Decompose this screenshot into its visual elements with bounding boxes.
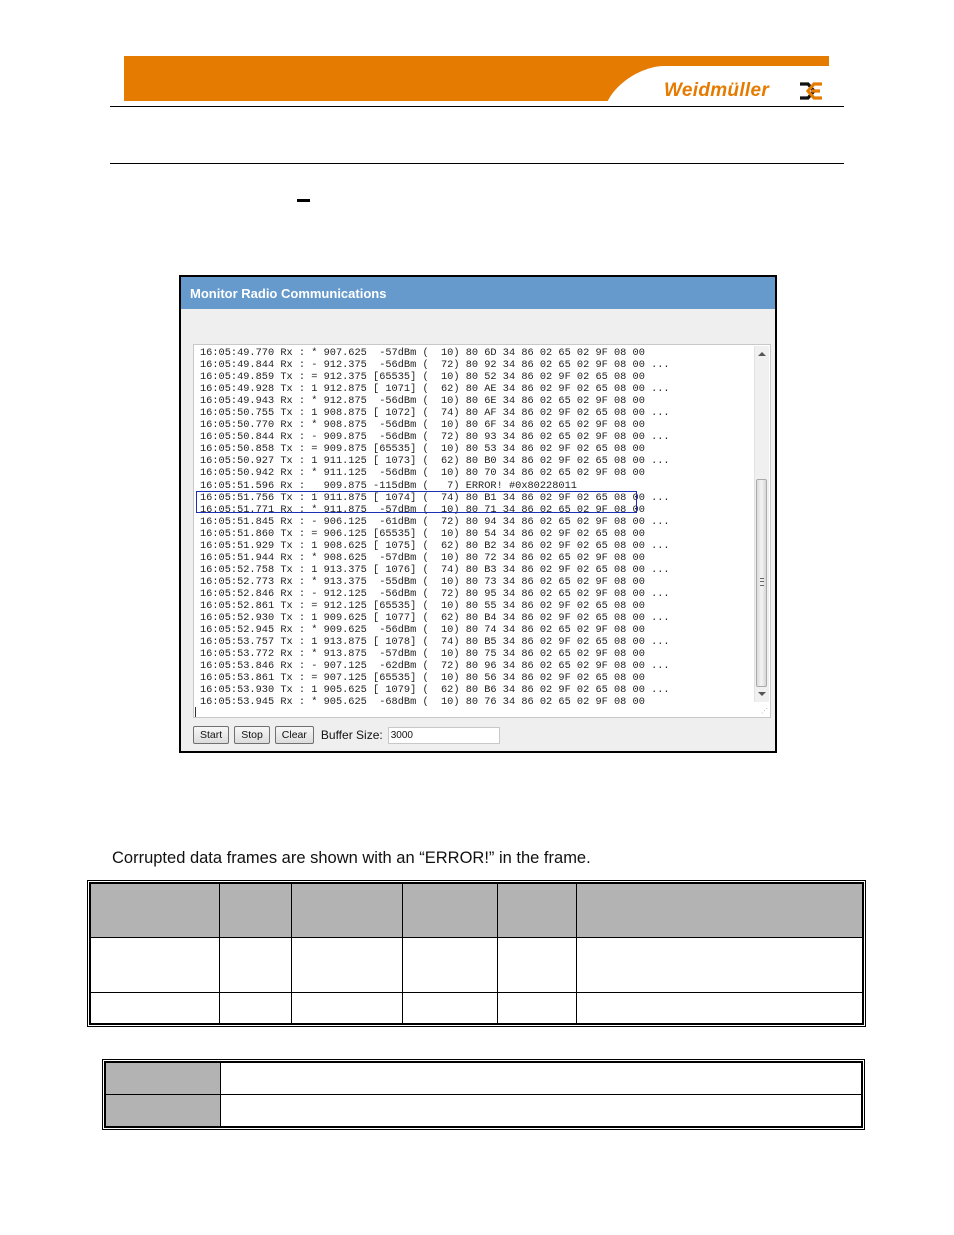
table-cell	[496, 937, 577, 993]
log-line: 16:05:52.846 Rx : - 912.125 -56dBm ( 72)…	[200, 587, 670, 600]
log-line: 16:05:51.860 Tx : = 906.125 [65535] ( 10…	[200, 527, 645, 540]
log-line: 16:05:53.772 Rx : * 913.875 -57dBm ( 10)…	[200, 648, 645, 661]
log-line: 16:05:49.770 Rx : * 907.625 -57dBm ( 10)…	[200, 347, 645, 359]
log-line: 16:05:50.755 Tx : 1 908.875 [ 1072] ( 74…	[200, 407, 670, 420]
stop-button[interactable]: Stop	[234, 726, 270, 744]
table-cell	[220, 1094, 863, 1128]
table-cell	[575, 882, 864, 938]
note-table	[102, 1059, 865, 1130]
log-line: 16:05:50.942 Rx : * 911.125 -56dBm ( 10)…	[200, 467, 645, 480]
table-cell	[218, 882, 292, 938]
frame-table	[87, 880, 866, 1027]
table-cell	[290, 882, 403, 938]
log-textarea[interactable]: 16:05:49.770 Rx : * 907.625 -57dBm ( 10)…	[193, 344, 771, 718]
caption-text: Corrupted data frames are shown with an …	[112, 849, 591, 867]
weidmuller-cross-icon	[800, 82, 822, 100]
start-button[interactable]: Start	[193, 726, 230, 744]
monitor-controls: Start Stop Clear Buffer Size: 3000	[193, 726, 500, 744]
log-line: 16:05:52.930 Tx : 1 909.625 [ 1077] ( 62…	[200, 612, 670, 625]
table-cell	[218, 937, 292, 993]
table-cell	[220, 1061, 863, 1095]
log-line: 16:05:49.859 Tx : = 912.375 [65535] ( 10…	[200, 371, 645, 384]
log-line: 16:05:52.861 Tx : = 912.125 [65535] ( 10…	[200, 599, 645, 612]
log-line: 16:05:53.757 Tx : 1 913.875 [ 1078] ( 74…	[200, 636, 670, 649]
text-caret	[195, 707, 196, 717]
log-line: 16:05:52.945 Rx : * 909.625 -56dBm ( 10)…	[200, 624, 645, 637]
table-cell	[401, 882, 498, 938]
log-line: 16:05:50.927 Tx : 1 911.125 [ 1073] ( 62…	[200, 455, 670, 468]
table-cell	[89, 992, 220, 1025]
buffer-size-input[interactable]: 3000	[387, 726, 500, 744]
log-line: 16:05:51.944 Rx : * 908.625 -57dBm ( 10)…	[200, 551, 645, 564]
table-key-cell	[104, 1094, 221, 1128]
vertical-scrollbar[interactable]	[754, 346, 769, 702]
highlight-box	[196, 491, 637, 513]
log-line: 16:05:51.596 Rx : 909.875 -115dBm ( 7) E…	[200, 479, 577, 492]
table-cell	[496, 992, 577, 1025]
log-line: 16:05:53.861 Tx : = 907.125 [65535] ( 10…	[200, 672, 645, 685]
table-cell	[89, 882, 220, 938]
table-cell	[401, 992, 498, 1025]
log-line: 16:05:51.929 Tx : 1 908.625 [ 1075] ( 62…	[200, 539, 670, 552]
grip-icon	[760, 578, 764, 586]
table-cell	[218, 992, 292, 1025]
scrollbar-thumb[interactable]	[756, 479, 767, 687]
log-line: 16:05:49.844 Rx : - 912.375 -56dBm ( 72)…	[200, 359, 670, 372]
log-line: 16:05:53.930 Tx : 1 905.625 [ 1079] ( 62…	[200, 684, 670, 697]
table-header-row	[89, 882, 864, 938]
buffer-size-label: Buffer Size:	[320, 728, 383, 742]
log-lines: 16:05:49.770 Rx : * 907.625 -57dBm ( 10)…	[200, 347, 670, 708]
section-dash	[297, 199, 310, 202]
table-cell	[290, 992, 403, 1025]
brand-logo-text: Weidmüller	[664, 80, 770, 101]
log-line: 16:05:50.770 Rx : * 908.875 -56dBm ( 10)…	[200, 419, 645, 432]
clear-button[interactable]: Clear	[274, 726, 314, 744]
scroll-down-arrow-icon[interactable]	[758, 692, 766, 696]
resize-handle-icon[interactable]: ⋰	[761, 707, 768, 715]
table-cell	[401, 937, 498, 993]
header-rule	[110, 106, 844, 107]
table-cell	[575, 937, 864, 993]
table-cell	[290, 937, 403, 993]
scroll-up-arrow-icon[interactable]	[758, 352, 766, 356]
log-line: 16:05:50.858 Tx : = 909.875 [65535] ( 10…	[200, 443, 645, 456]
log-line: 16:05:53.846 Rx : - 907.125 -62dBm ( 72)…	[200, 660, 670, 673]
table-row	[104, 1094, 863, 1128]
table-row	[104, 1061, 863, 1095]
log-line: 16:05:53.945 Rx : * 905.625 -68dBm ( 10)…	[200, 696, 645, 709]
panel-title: Monitor Radio Communications	[181, 277, 775, 309]
log-line: 16:05:49.943 Rx : * 912.875 -56dBm ( 10)…	[200, 395, 645, 408]
monitor-radio-panel: Monitor Radio Communications 16:05:49.77…	[179, 275, 777, 753]
log-line: 16:05:52.773 Rx : * 913.375 -55dBm ( 10)…	[200, 575, 645, 588]
table-cell	[89, 937, 220, 993]
log-line: 16:05:51.845 Rx : - 906.125 -61dBm ( 72)…	[200, 515, 670, 528]
table-row	[89, 992, 864, 1025]
table-key-cell	[104, 1061, 221, 1095]
table-cell	[575, 992, 864, 1025]
section-rule	[110, 163, 844, 164]
log-line: 16:05:49.928 Tx : 1 912.875 [ 1071] ( 62…	[200, 383, 670, 396]
table-row	[89, 937, 864, 993]
table-cell	[496, 882, 577, 938]
log-line: 16:05:52.758 Tx : 1 913.375 [ 1076] ( 74…	[200, 563, 670, 576]
log-line: 16:05:50.844 Rx : - 909.875 -56dBm ( 72)…	[200, 431, 670, 444]
